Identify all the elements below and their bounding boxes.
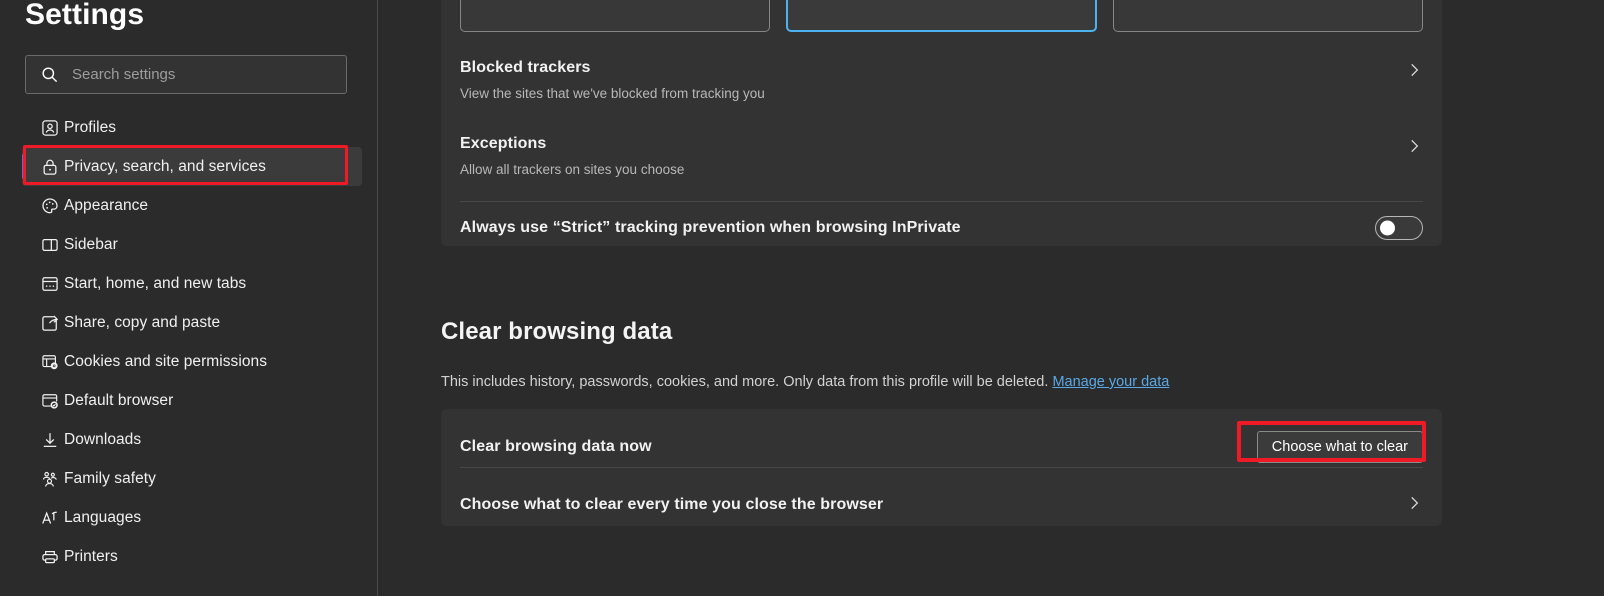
chevron-right-icon[interactable] <box>1405 494 1423 517</box>
row-subtitle: View the sites that we've blocked from t… <box>460 86 765 101</box>
row-title: Choose what to clear every time you clos… <box>460 495 884 513</box>
row-clear-browsing-data-now: Clear browsing data now Choose what to c… <box>441 431 1442 463</box>
sidebar-item-sidebar[interactable]: Sidebar <box>22 225 362 264</box>
row-text: Clear browsing data now <box>460 438 1257 456</box>
sidebar-item-family-safety[interactable]: Family safety <box>22 459 362 498</box>
sidebar-item-label: Start, home, and new tabs <box>64 274 247 292</box>
row-text: Blocked trackers View the sites that we'… <box>460 59 1405 101</box>
sidebar-nav-list: Profiles Privacy, search, and services A… <box>0 108 378 576</box>
site-permissions-icon <box>22 352 64 372</box>
sidebar-item-appearance[interactable]: Appearance <box>22 186 362 225</box>
row-text: Choose what to clear every time you clos… <box>460 496 1405 514</box>
download-icon <box>22 430 64 450</box>
divider <box>460 467 1423 468</box>
profile-icon <box>22 118 64 138</box>
sidebar-icon <box>22 235 64 255</box>
sidebar-item-printers[interactable]: Printers <box>22 537 362 576</box>
manage-your-data-link[interactable]: Manage your data <box>1052 374 1169 390</box>
search-icon <box>26 65 72 84</box>
tracking-option-basic[interactable] <box>460 0 770 32</box>
tracking-prevention-options: Blocks known harmful trackers Blocks kno… <box>460 0 1424 32</box>
tracking-option-strict[interactable]: Blocks known harmful trackers <box>1113 0 1424 32</box>
sidebar-item-label: Family safety <box>64 469 156 487</box>
printer-icon <box>22 547 64 567</box>
sidebar-item-languages[interactable]: Languages <box>22 498 362 537</box>
sidebar-item-downloads[interactable]: Downloads <box>22 420 362 459</box>
row-text: Always use “Strict” tracking prevention … <box>460 219 1375 237</box>
clear-browsing-data-heading: Clear browsing data <box>441 318 673 345</box>
row-subtitle: Allow all trackers on sites you choose <box>460 162 685 177</box>
default-browser-icon <box>22 391 64 411</box>
always-strict-toggle[interactable] <box>1375 216 1423 240</box>
chevron-right-icon[interactable] <box>1405 61 1423 84</box>
settings-page: Settings Profiles <box>0 0 1604 596</box>
row-title: Always use “Strict” tracking prevention … <box>460 219 961 236</box>
sidebar-item-label: Appearance <box>64 196 149 214</box>
sidebar-item-label: Downloads <box>64 430 142 448</box>
sidebar-item-label: Profiles <box>64 118 117 136</box>
sidebar-item-share-copy-and-paste[interactable]: Share, copy and paste <box>22 303 362 342</box>
row-text: Exceptions Allow all trackers on sites y… <box>460 135 1405 177</box>
sidebar-item-label: Cookies and site permissions <box>64 352 267 370</box>
sidebar-item-label: Default browser <box>64 391 174 409</box>
sidebar-item-profiles[interactable]: Profiles <box>22 108 362 147</box>
sidebar-item-start-home-and-new-tabs[interactable]: Start, home, and new tabs <box>22 264 362 303</box>
settings-sidebar: Settings Profiles <box>0 0 378 596</box>
clear-browsing-data-card: Clear browsing data now Choose what to c… <box>441 409 1442 526</box>
sidebar-item-label: Sidebar <box>64 235 118 253</box>
row-title: Exceptions <box>460 135 547 152</box>
row-title: Blocked trackers <box>460 59 591 76</box>
row-clear-on-close[interactable]: Choose what to clear every time you clos… <box>441 492 1442 517</box>
browser-window-icon <box>22 274 64 294</box>
row-title: Clear browsing data now <box>460 438 652 455</box>
language-icon <box>22 508 64 528</box>
row-always-strict-inprivate: Always use “Strict” tracking prevention … <box>441 216 1442 240</box>
sidebar-item-cookies-and-site-permissions[interactable]: Cookies and site permissions <box>22 342 362 381</box>
settings-content: Blocks known harmful trackers Blocks kno… <box>379 0 1604 596</box>
description-text: This includes history, passwords, cookie… <box>441 374 1049 390</box>
palette-icon <box>22 196 64 216</box>
sidebar-item-label: Printers <box>64 547 118 565</box>
tracking-option-balanced[interactable]: Blocks known harmful trackers <box>785 0 1098 32</box>
toggle-knob <box>1380 220 1395 236</box>
search-input[interactable] <box>72 56 346 93</box>
page-title: Settings <box>25 0 145 31</box>
search-settings-box[interactable] <box>25 55 347 94</box>
people-icon <box>22 469 64 489</box>
row-blocked-trackers[interactable]: Blocked trackers View the sites that we'… <box>441 59 1442 101</box>
sidebar-item-label: Share, copy and paste <box>64 313 221 331</box>
sidebar-item-label: Languages <box>64 508 142 526</box>
lock-icon <box>22 157 64 177</box>
tracking-prevention-card: Blocks known harmful trackers Blocks kno… <box>441 0 1442 246</box>
clear-browsing-data-description: This includes history, passwords, cookie… <box>441 374 1169 390</box>
choose-what-to-clear-button[interactable]: Choose what to clear <box>1256 431 1423 463</box>
share-icon <box>22 313 64 333</box>
row-exceptions[interactable]: Exceptions Allow all trackers on sites y… <box>441 135 1442 177</box>
sidebar-item-privacy-search-and-services[interactable]: Privacy, search, and services <box>22 147 362 186</box>
chevron-right-icon[interactable] <box>1405 137 1423 160</box>
sidebar-item-default-browser[interactable]: Default browser <box>22 381 362 420</box>
sidebar-item-label: Privacy, search, and services <box>64 157 266 175</box>
divider <box>460 201 1423 202</box>
